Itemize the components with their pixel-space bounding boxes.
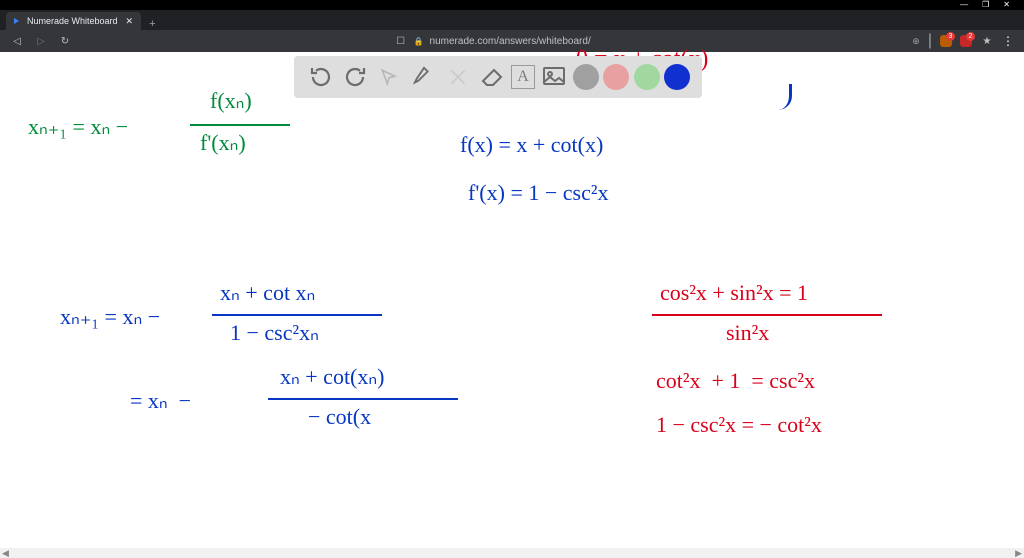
window-minimize-button[interactable]: — — [960, 1, 968, 9]
color-green-button[interactable] — [634, 64, 660, 90]
step2-fraction-bar — [268, 398, 458, 400]
identity-3: 1 − csc²x = − cot²x — [656, 412, 822, 438]
new-tab-button[interactable]: + — [141, 18, 163, 30]
scroll-left-icon[interactable]: ◀ — [2, 548, 9, 558]
lock-icon: 🔒 — [414, 37, 424, 46]
fprime-definition: f'(x) = 1 − csc²x — [468, 180, 608, 206]
step1-lhs: xₙ₊₁ = xₙ − — [60, 304, 160, 330]
step1-fraction-bar — [212, 314, 382, 316]
identity-numerator: cos²x + sin²x = 1 — [660, 280, 808, 306]
pointer-tool-button[interactable] — [374, 62, 404, 92]
newton-denominator: f'(xₙ) — [200, 130, 246, 156]
whiteboard-toolbar: A — [294, 56, 702, 98]
horizontal-scrollbar[interactable]: ◀ ▶ — [0, 548, 1024, 558]
step2-numerator: xₙ + cot(xₙ) — [280, 364, 384, 390]
browser-tab-strip: Numerade Whiteboard ✕ + — [0, 10, 1024, 30]
whiteboard-canvas[interactable]: 0 = x + cot(x) A xₙ₊₁ — [0, 52, 1024, 558]
url-zone[interactable]: ☐ 🔒 numerade.com/answers/whiteboard/ — [394, 36, 591, 47]
undo-button[interactable] — [306, 62, 336, 92]
extension-1-badge: 3 — [946, 32, 955, 41]
text-tool-label: A — [517, 68, 529, 86]
step1-numerator: xₙ + cot xₙ — [220, 280, 315, 306]
url-text[interactable]: numerade.com/answers/whiteboard/ — [430, 36, 591, 47]
tab-title: Numerade Whiteboard — [27, 16, 118, 26]
extension-2-badge: 2 — [966, 32, 975, 41]
brace-icon — [762, 84, 792, 110]
browser-address-bar: ◁ ▷ ↻ ☐ 🔒 numerade.com/answers/whiteboar… — [0, 30, 1024, 52]
text-tool-button[interactable]: A — [511, 65, 535, 89]
f-definition: f(x) = x + cot(x) — [460, 132, 603, 158]
step2-denominator: − cot(x — [308, 404, 371, 430]
nav-forward-icon[interactable]: ▷ — [34, 36, 48, 47]
window-title-bar: — ❐ ✕ — [0, 0, 1024, 10]
extension-2-icon[interactable]: 2 — [960, 35, 972, 47]
browser-tab-active[interactable]: Numerade Whiteboard ✕ — [6, 12, 141, 30]
tab-favicon-icon — [14, 18, 19, 24]
tab-close-icon[interactable]: ✕ — [126, 16, 134, 27]
newton-numerator: f(xₙ) — [210, 88, 252, 114]
extensions-puzzle-icon[interactable]: ★ — [980, 36, 994, 47]
bookmark-icon[interactable]: ☐ — [394, 36, 408, 47]
color-red-button[interactable] — [603, 64, 629, 90]
step2-lhs: = xₙ − — [130, 388, 191, 414]
nav-back-icon[interactable]: ◁ — [10, 36, 24, 47]
scroll-right-icon[interactable]: ▶ — [1015, 548, 1022, 558]
identity-fraction-bar — [652, 314, 882, 316]
tools-button[interactable] — [443, 62, 473, 92]
newton-fraction-bar — [190, 124, 290, 126]
extension-1-icon[interactable]: 3 — [940, 35, 952, 47]
color-blue-button[interactable] — [664, 64, 690, 90]
identity-denominator: sin²x — [726, 320, 769, 346]
redo-button[interactable] — [340, 62, 370, 92]
eraser-tool-button[interactable] — [477, 62, 507, 92]
reload-icon[interactable]: ↻ — [58, 36, 72, 47]
browser-menu-icon[interactable]: ⋮ — [1002, 34, 1014, 48]
newton-lhs: xₙ₊₁ = xₙ − — [28, 114, 128, 140]
window-restore-button[interactable]: ❐ — [982, 1, 989, 9]
url-wrap: ☐ 🔒 numerade.com/answers/whiteboard/ — [82, 36, 902, 47]
window-close-button[interactable]: ✕ — [1003, 1, 1010, 9]
identity-2: cot²x + 1 = csc²x — [656, 368, 815, 394]
pen-tool-button[interactable] — [409, 62, 439, 92]
step1-denominator: 1 − csc²xₙ — [230, 320, 319, 346]
image-tool-button[interactable] — [539, 62, 569, 92]
color-grey-button[interactable] — [573, 64, 599, 90]
zoom-icon[interactable]: ⊕ — [912, 36, 920, 47]
